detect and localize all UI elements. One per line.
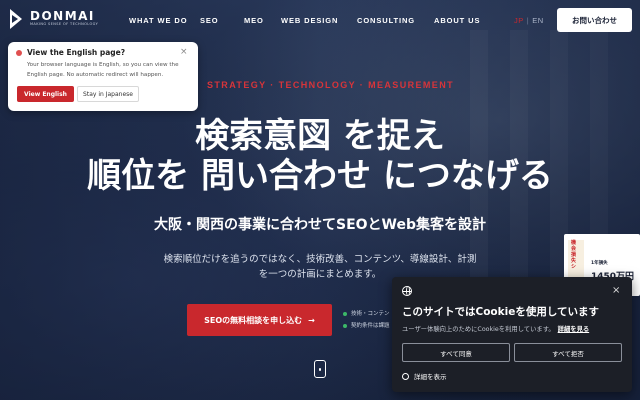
logo-tagline: MAKING SENSE OF TECHNOLOGY	[30, 22, 99, 26]
bullet-item: 契約条件は課題	[343, 320, 390, 332]
headline-text-2b: につなげる	[371, 156, 553, 196]
nav-item-web-design[interactable]: WEB DESIGN	[281, 16, 338, 25]
headline-highlight-1: 検索意図	[195, 108, 331, 157]
logo[interactable]: DONMAI MAKING SENSE OF TECHNOLOGY	[10, 9, 98, 29]
card-label: 1年損失	[591, 261, 608, 266]
hero-description-line1: 検索順位だけを追うのではなく、技術改善、コンテンツ、導線設計、計測	[163, 254, 477, 265]
popup-close-icon[interactable]: ×	[180, 47, 188, 57]
headline-text-2a: 順位を	[87, 156, 201, 196]
arrow-right-icon: →	[308, 315, 315, 325]
contact-button[interactable]: お問い合わせ	[557, 8, 632, 32]
accept-all-button[interactable]: すべて同意	[402, 343, 510, 362]
nav-item-meo[interactable]: MEO	[244, 16, 264, 25]
language-switcher: JP | EN	[514, 16, 544, 25]
check-dot-icon	[343, 323, 347, 328]
cta-label: SEOの無料相談を申し込む	[204, 315, 303, 325]
hero-bullets: 技術・コンテン 契約条件は課題	[343, 308, 390, 332]
headline-highlight-2: 問い合わせ	[201, 148, 371, 197]
nav-item-seo[interactable]: SEO	[200, 16, 219, 25]
lang-jp-link[interactable]: JP	[514, 16, 524, 25]
nav-item-what-we-do[interactable]: WHAT WE DO	[129, 16, 187, 25]
cookie-title: このサイトではCookieを使用しています	[402, 306, 600, 318]
cookie-details-link[interactable]: 詳細を見る	[558, 326, 589, 333]
check-dot-icon	[343, 311, 347, 316]
bullet-item: 技術・コンテン	[343, 308, 390, 320]
view-english-button[interactable]: View English	[17, 86, 74, 102]
hero-subheading: 大阪・関西の事業に合わせてSEOとWeb集客を設計	[153, 217, 486, 233]
language-icon	[16, 50, 22, 56]
gear-icon	[402, 372, 409, 380]
lang-en-link[interactable]: EN	[532, 16, 543, 25]
scroll-indicator-icon[interactable]	[314, 360, 326, 378]
globe-icon	[402, 286, 412, 296]
popup-body: Your browser language is English, so you…	[27, 62, 179, 78]
show-details-button[interactable]: 詳細を表示	[402, 371, 447, 381]
cookie-consent-dialog: × このサイトではCookieを使用しています ユーザー体験向上のためにCook…	[392, 277, 632, 392]
hero-eyebrow: STRATEGY · TECHNOLOGY · MEASUREMENT	[207, 80, 455, 90]
cookie-close-icon[interactable]: ×	[612, 285, 620, 296]
logo-text: DONMAI	[30, 9, 95, 23]
stay-japanese-button[interactable]: Stay in Japanese	[77, 86, 139, 102]
free-consultation-button[interactable]: SEOの無料相談を申し込む →	[187, 304, 332, 336]
site-header: DONMAI MAKING SENSE OF TECHNOLOGY WHAT W…	[0, 0, 640, 42]
popup-title: View the English page?	[27, 48, 126, 57]
lang-separator: |	[526, 16, 530, 25]
headline-text-1: を捉え	[331, 116, 445, 156]
reject-all-button[interactable]: すべて拒否	[514, 343, 622, 362]
logo-mark-icon	[10, 9, 26, 29]
hero-headline-line2: 順位を 問い合わせ につなげる	[0, 148, 640, 197]
nav-item-consulting[interactable]: CONSULTING	[357, 16, 415, 25]
nav-item-about-us[interactable]: ABOUT US	[434, 16, 480, 25]
cookie-text: ユーザー体験向上のためにCookieを利用しています。 詳細を見る	[402, 326, 590, 333]
language-suggestion-popup: View the English page? × Your browser la…	[8, 42, 198, 111]
card-vertical-text: 機会損失シ	[571, 240, 577, 270]
